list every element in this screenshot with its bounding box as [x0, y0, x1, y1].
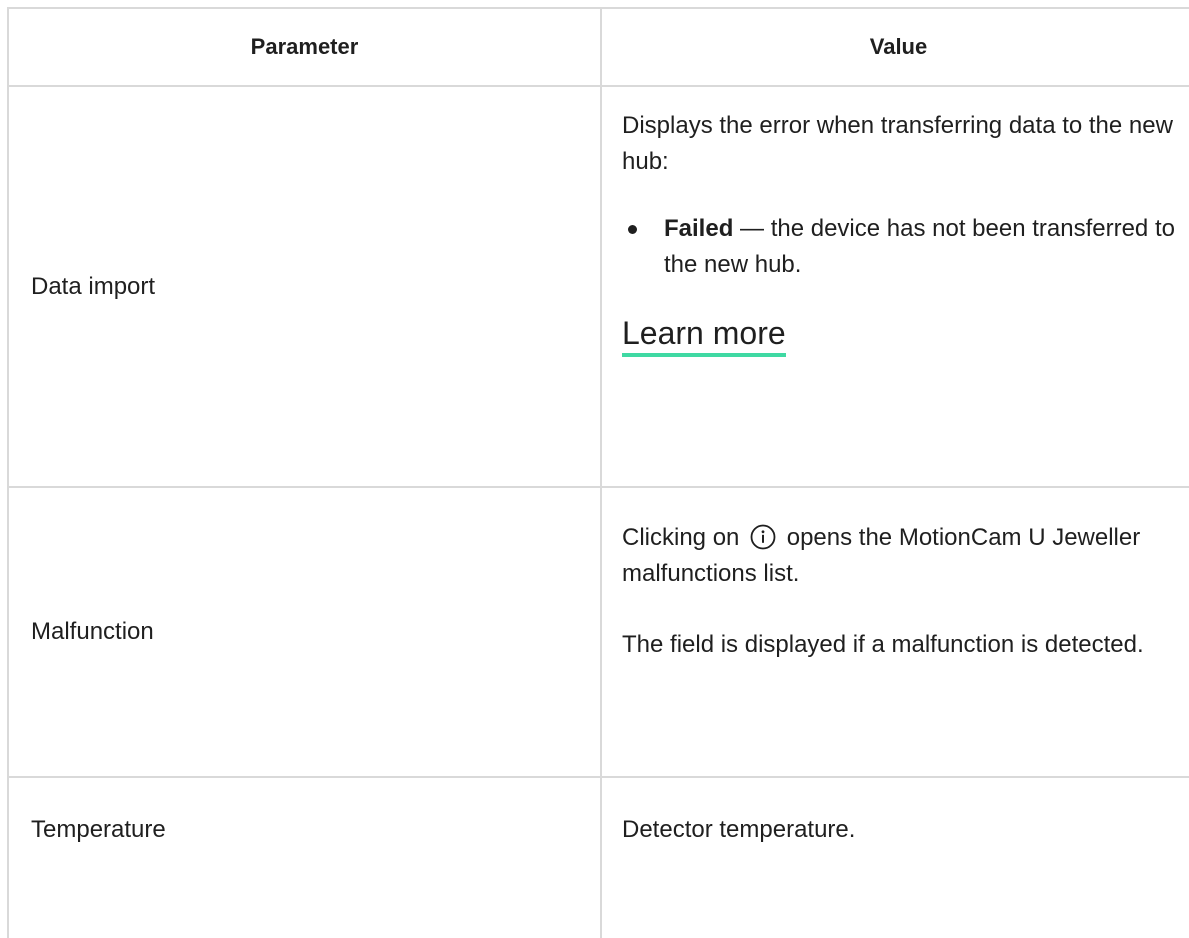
value-cell-malfunction: Clicking on opens the MotionCam U Jewell… [602, 488, 1189, 776]
table-row: Temperature Detector temperature. [9, 778, 1189, 938]
bullet-icon [628, 225, 637, 234]
parameter-cell-data-import: Data import [9, 87, 602, 486]
value-cell-temperature: Detector temperature. [602, 778, 1189, 938]
malfunction-description: Clicking on opens the MotionCam U Jewell… [622, 520, 1175, 592]
table-row: Malfunction Clicking on opens the Motion… [9, 488, 1189, 778]
malfunction-note: The field is displayed if a malfunction … [622, 631, 1144, 658]
parameter-cell-malfunction: Malfunction [9, 488, 602, 776]
learn-more-link[interactable]: Learn more [622, 313, 786, 357]
status-term-failed: Failed [664, 215, 734, 242]
info-circle-icon [750, 524, 776, 550]
parameters-table: Parameter Value Data import Displays the… [7, 7, 1189, 938]
table-row: Data import Displays the error when tran… [9, 87, 1189, 488]
malfunction-text-before-icon: Clicking on [622, 524, 740, 551]
column-header-parameter: Parameter [9, 9, 602, 85]
status-description: — the device has not been transferred to… [664, 215, 1175, 278]
parameter-cell-temperature: Temperature [9, 778, 602, 938]
status-list: Failed — the device has not been transfe… [622, 211, 1175, 283]
table-header-row: Parameter Value [9, 9, 1189, 87]
value-cell-data-import: Displays the error when transferring dat… [602, 87, 1189, 486]
list-item: Failed — the device has not been transfe… [622, 211, 1175, 283]
data-import-description: Displays the error when transferring dat… [622, 112, 1173, 175]
column-header-value: Value [602, 9, 1189, 85]
